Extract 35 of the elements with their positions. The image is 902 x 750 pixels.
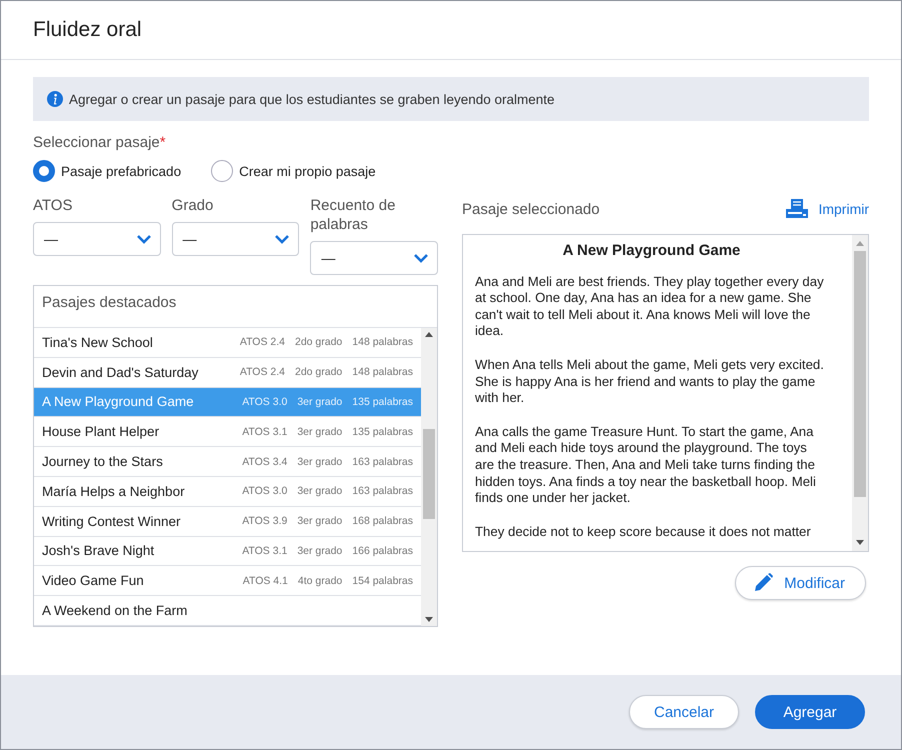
scrollbar[interactable] <box>852 235 868 551</box>
scrollbar-thumb[interactable] <box>854 250 866 498</box>
filter-dropdown[interactable]: — <box>172 222 300 256</box>
select-passage-label: Seleccionar pasaje* <box>33 134 167 151</box>
print-link[interactable]: Imprimir <box>785 199 869 219</box>
cancel-button[interactable]: Cancelar <box>629 695 739 729</box>
scroll-up-icon[interactable] <box>425 332 433 337</box>
filter-dropdown[interactable]: — <box>310 241 438 275</box>
info-text: Agregar o crear un pasaje para que los estudiantes se graben leyendo oralmente <box>69 92 555 106</box>
scroll-down-icon[interactable] <box>425 616 433 622</box>
filter-label: ATOS <box>33 196 74 215</box>
pencil-icon <box>752 572 774 594</box>
passage-paragraph: Ana and Meli are best friends. They play together every day at school. One day, Ana has an idea for a new game. She can't wait to tell Meli about it. Ana knows Meli will love the idea. <box>475 274 825 340</box>
scrollbar[interactable] <box>421 328 437 626</box>
selected-passage-label: Pasaje seleccionado <box>462 200 600 218</box>
scroll-down-icon[interactable] <box>856 540 864 545</box>
passage-paragraph: They decide not to keep score because it does not matter <box>475 524 812 540</box>
passage-title: A New Playground Game <box>562 243 742 260</box>
passage-type-radio[interactable]: Pasaje prefabricado <box>33 160 182 182</box>
edit-button[interactable]: Modificar <box>735 566 866 600</box>
passage-row[interactable]: Josh's Brave Night ATOS 3.1 3er grado 166 palabras <box>34 536 421 566</box>
printer-icon <box>785 199 810 219</box>
filter-dropdown[interactable]: — <box>33 222 161 256</box>
dialog-title: Fluidez oral <box>33 18 142 42</box>
filter-label: Recuento de palabras <box>310 196 396 234</box>
chevron-down-icon <box>413 253 430 263</box>
filter-label: Grado <box>172 196 214 215</box>
chevron-down-icon <box>136 234 152 244</box>
info-icon <box>47 91 63 107</box>
passage-type-radio[interactable]: Crear mi propio pasaje <box>211 160 376 182</box>
scrollbar-thumb[interactable] <box>423 429 435 519</box>
passage-paragraph: Ana calls the game Treasure Hunt. To start the game, Ana and Meli each hide toys around the playground. The toys are the treasure. Then, Ana and Meli take turns finding the hidden toys. Ana finds a toy near the basketball hoop. Meli finds one under her jacket. <box>475 424 817 507</box>
passage-paragraph: When Ana tells Meli about the game, Meli gets very excited. She is happy Ana is her friend and wants to play the game with her. <box>475 356 825 407</box>
chevron-down-icon <box>274 234 290 244</box>
add-button[interactable]: Agregar <box>755 695 865 729</box>
